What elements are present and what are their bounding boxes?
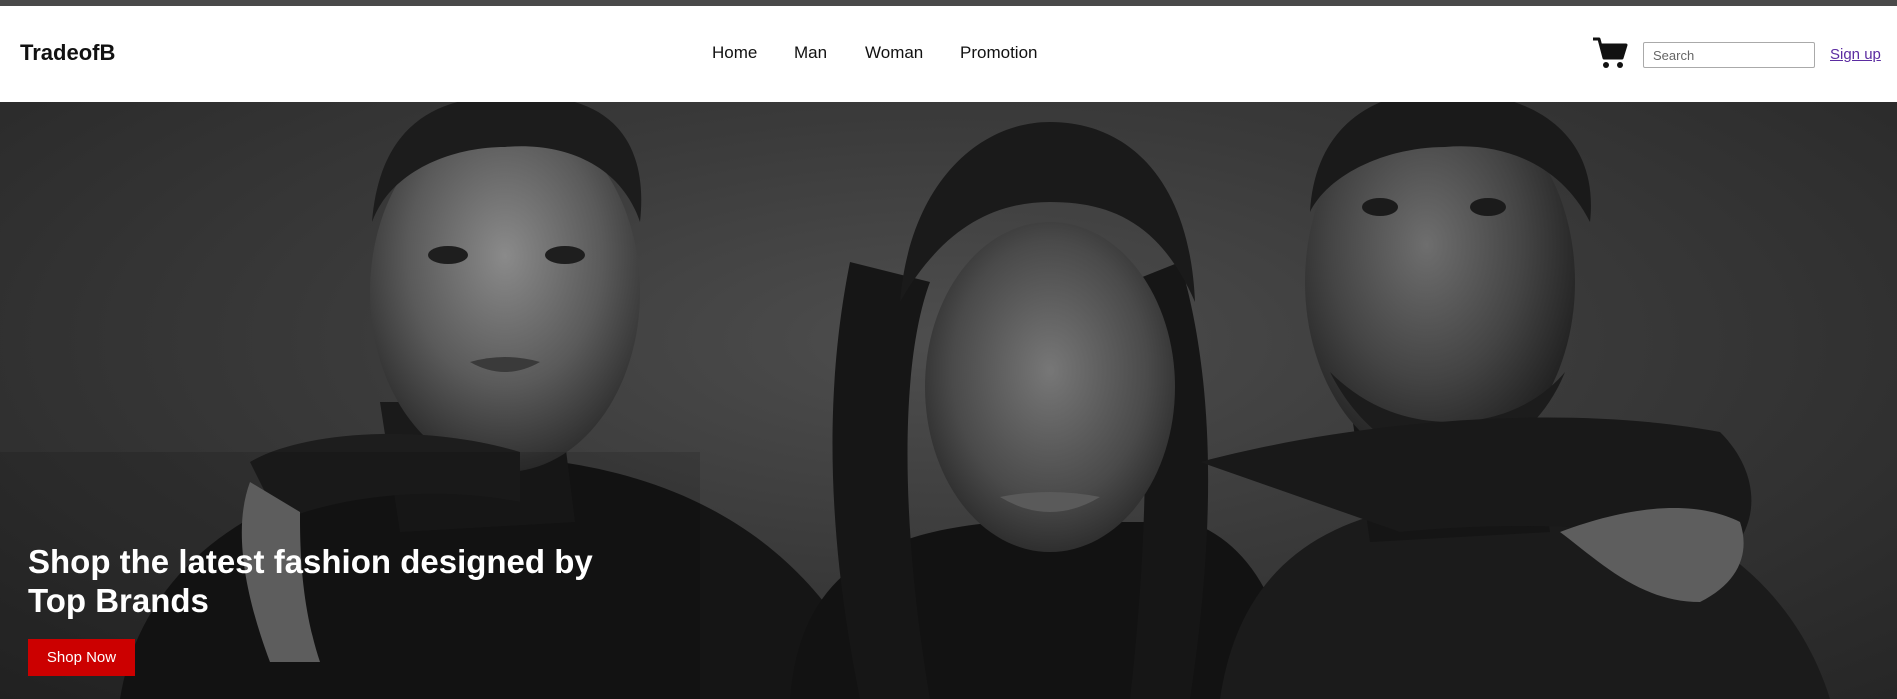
nav-item-woman[interactable]: Woman xyxy=(865,43,923,63)
nav-item-home[interactable]: Home xyxy=(712,43,757,63)
nav-item-man[interactable]: Man xyxy=(794,43,827,63)
search-input[interactable] xyxy=(1643,42,1815,68)
brand-logo[interactable]: TradeofB xyxy=(20,40,115,66)
hero-banner: Shop the latest fashion designed by Top … xyxy=(0,102,1897,699)
signup-link[interactable]: Sign up xyxy=(1830,46,1881,63)
hero-headline: Shop the latest fashion designed by Top … xyxy=(28,543,593,619)
shopping-cart-icon[interactable] xyxy=(1592,36,1628,70)
nav-item-promotion[interactable]: Promotion xyxy=(960,43,1037,63)
site-header: TradeofB Home Man Woman Promotion Sign u… xyxy=(0,6,1897,102)
shop-now-button[interactable]: Shop Now xyxy=(28,639,135,676)
